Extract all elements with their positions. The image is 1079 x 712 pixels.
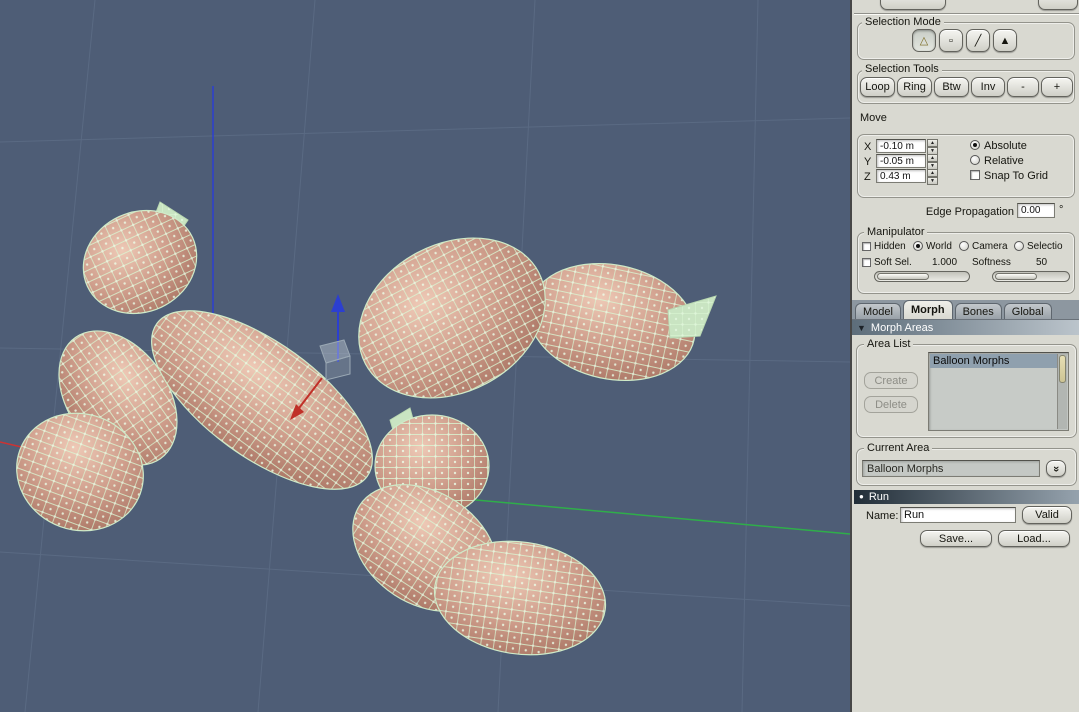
softness-label: Softness: [972, 257, 1011, 268]
hidden-label: Hidden: [874, 241, 906, 252]
panel-tab-bar: Model Morph Bones Global: [852, 300, 1079, 320]
z-value-input[interactable]: [876, 169, 926, 183]
move-title: Move: [860, 112, 887, 124]
softness-slider[interactable]: [992, 271, 1070, 282]
soft-sel-slider[interactable]: [874, 271, 970, 282]
x-spinner[interactable]: ▲ ▼: [927, 139, 938, 155]
select-group-icon: ▲: [999, 34, 1011, 47]
selection-tools-title: Selection Tools: [862, 63, 942, 75]
selection-mode-button-1[interactable]: △: [912, 29, 936, 52]
ring-button[interactable]: Ring: [897, 77, 932, 97]
soft-sel-slider-thumb[interactable]: [877, 273, 929, 280]
separator: [854, 13, 1079, 15]
hidden-checkbox[interactable]: [862, 242, 871, 251]
morph-areas-title: Morph Areas: [870, 321, 934, 334]
app-window: { "selection_mode": { "title": "Selectio…: [0, 0, 1079, 712]
selection-mode-button-4[interactable]: ▲: [993, 29, 1017, 52]
absolute-label: Absolute: [984, 140, 1027, 152]
y-spinner[interactable]: ▲ ▼: [927, 154, 938, 170]
world-radio[interactable]: [913, 241, 923, 251]
spin-up-icon[interactable]: ▲: [927, 169, 938, 177]
spin-up-icon[interactable]: ▲: [927, 139, 938, 147]
tab-model[interactable]: Model: [855, 303, 901, 319]
delete-button[interactable]: Delete: [864, 396, 918, 413]
tab-morph[interactable]: Morph: [902, 300, 953, 319]
area-listbox[interactable]: Balloon Morphs: [928, 352, 1069, 431]
relative-radio[interactable]: [970, 155, 980, 165]
spin-down-icon[interactable]: ▼: [927, 177, 938, 185]
save-button[interactable]: Save...: [920, 530, 992, 547]
plus-button[interactable]: +: [1041, 77, 1073, 97]
bullet-icon: ●: [859, 492, 864, 501]
current-area-combo[interactable]: Balloon Morphs: [862, 460, 1040, 477]
camera-label: Camera: [972, 241, 1008, 252]
softness-slider-thumb[interactable]: [995, 273, 1037, 280]
spin-up-icon[interactable]: ▲: [927, 154, 938, 162]
tab-bones[interactable]: Bones: [954, 303, 1002, 319]
y-value-input[interactable]: [876, 154, 926, 168]
viewport-canvas: [0, 0, 851, 712]
loop-button[interactable]: Loop: [860, 77, 895, 97]
x-axis-label: X: [864, 141, 872, 153]
soft-sel-label: Soft Sel.: [874, 257, 912, 268]
degree-unit: °: [1059, 204, 1064, 216]
run-item-label: Run: [868, 491, 890, 503]
y-axis-label: Y: [864, 156, 872, 168]
selection-label: Selectio: [1027, 241, 1063, 252]
relative-label: Relative: [984, 155, 1024, 167]
run-item-bar[interactable]: ● Run: [854, 490, 1079, 504]
z-axis-label: Z: [864, 171, 871, 183]
edge-propagation-label: Edge Propagation: [925, 206, 1014, 218]
toolbar-button-partial-2[interactable]: [1038, 0, 1078, 10]
soft-sel-value[interactable]: 1.000: [932, 257, 957, 269]
double-chevron-down-icon: »: [1050, 465, 1062, 472]
right-panel: Selection Mode △ ▫ ╱ ▲ Selection Tools L…: [850, 0, 1079, 712]
current-area-title: Current Area: [864, 442, 933, 454]
valid-button[interactable]: Valid: [1022, 506, 1072, 524]
edge-propagation-input[interactable]: [1017, 203, 1055, 218]
combo-dropdown-button[interactable]: »: [1046, 460, 1066, 477]
select-spline-icon: ╱: [974, 35, 982, 47]
list-scrollbar-thumb[interactable]: [1059, 355, 1066, 383]
snap-to-grid-checkbox[interactable]: [970, 170, 980, 180]
snap-to-grid-label: Snap To Grid: [984, 170, 1049, 182]
selection-mode-title: Selection Mode: [862, 16, 944, 28]
camera-radio[interactable]: [959, 241, 969, 251]
toolbar-button-partial-1[interactable]: [880, 0, 946, 10]
create-button[interactable]: Create: [864, 372, 918, 389]
world-label: World: [926, 241, 952, 252]
inv-button[interactable]: Inv: [971, 77, 1005, 97]
selection-radio[interactable]: [1014, 241, 1024, 251]
name-label: Name:: [866, 510, 899, 522]
z-spinner[interactable]: ▲ ▼: [927, 169, 938, 185]
selection-mode-button-3[interactable]: ╱: [966, 29, 990, 52]
select-points-icon: △: [919, 35, 929, 47]
load-button[interactable]: Load...: [998, 530, 1070, 547]
btw-button[interactable]: Btw: [934, 77, 969, 97]
x-value-input[interactable]: [876, 139, 926, 153]
soft-sel-checkbox[interactable]: [862, 258, 871, 267]
selection-mode-button-2[interactable]: ▫: [939, 29, 963, 52]
absolute-radio[interactable]: [970, 140, 980, 150]
list-scrollbar[interactable]: [1057, 354, 1067, 429]
list-item-selected[interactable]: Balloon Morphs: [930, 354, 1057, 368]
morph-areas-header[interactable]: ▼ Morph Areas: [852, 320, 1079, 335]
name-input[interactable]: [900, 507, 1016, 523]
minus-button[interactable]: -: [1007, 77, 1039, 97]
collapse-triangle-icon: ▼: [857, 322, 866, 333]
area-list-title: Area List: [864, 338, 914, 350]
softness-value[interactable]: 50: [1036, 257, 1047, 269]
tab-global[interactable]: Global: [1003, 303, 1052, 319]
select-patch-icon: ▫: [949, 34, 953, 47]
manipulator-title: Manipulator: [864, 226, 928, 238]
viewport-3d[interactable]: [0, 0, 851, 712]
